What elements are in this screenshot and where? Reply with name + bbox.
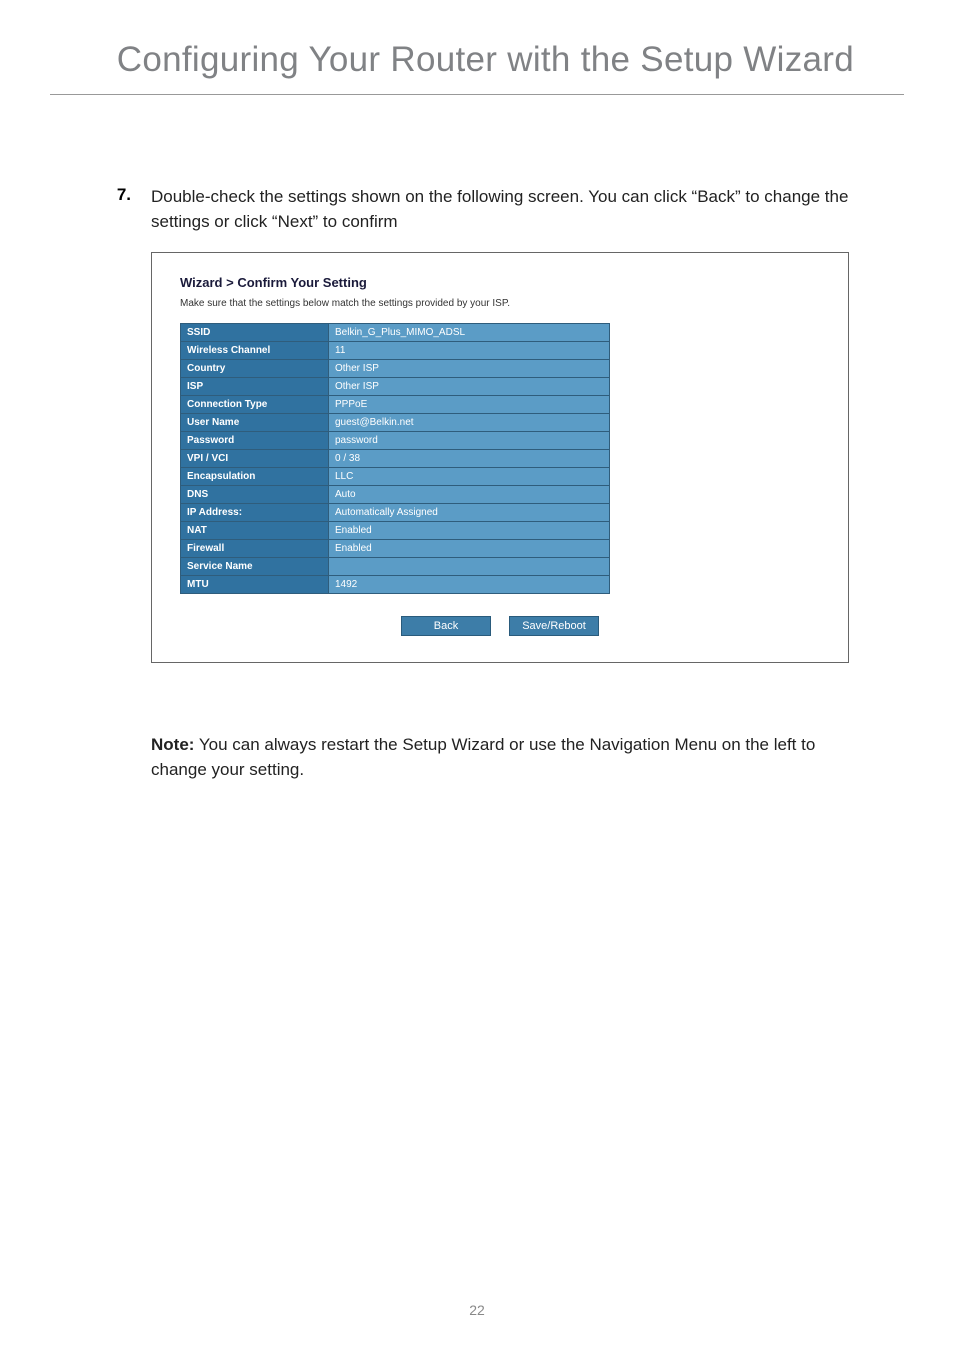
note-text: You can always restart the Setup Wizard …: [151, 735, 815, 779]
setting-label: IP Address:: [181, 504, 329, 522]
setting-value: Auto: [329, 486, 610, 504]
table-row: VPI / VCI0 / 38: [181, 450, 610, 468]
step-number: 7.: [105, 185, 131, 234]
setting-label: SSID: [181, 324, 329, 342]
table-row: NATEnabled: [181, 522, 610, 540]
setting-value: Other ISP: [329, 378, 610, 396]
note-label: Note:: [151, 735, 194, 754]
table-row: Service Name: [181, 558, 610, 576]
table-row: DNSAuto: [181, 486, 610, 504]
table-row: MTU1492: [181, 576, 610, 594]
table-row: SSIDBelkin_G_Plus_MIMO_ADSL: [181, 324, 610, 342]
page-header: Configuring Your Router with the Setup W…: [50, 0, 904, 95]
table-row: IP Address:Automatically Assigned: [181, 504, 610, 522]
setting-value: Automatically Assigned: [329, 504, 610, 522]
wizard-screenshot: Wizard > Confirm Your Setting Make sure …: [151, 252, 849, 663]
setting-label: VPI / VCI: [181, 450, 329, 468]
save-reboot-button[interactable]: Save/Reboot: [509, 616, 599, 636]
setting-label: DNS: [181, 486, 329, 504]
setting-label: Password: [181, 432, 329, 450]
setting-value: Belkin_G_Plus_MIMO_ADSL: [329, 324, 610, 342]
settings-table: SSIDBelkin_G_Plus_MIMO_ADSLWireless Chan…: [180, 323, 610, 594]
setting-value: [329, 558, 610, 576]
setting-label: Country: [181, 360, 329, 378]
setting-label: NAT: [181, 522, 329, 540]
step-row: 7. Double-check the settings shown on th…: [105, 185, 849, 234]
table-row: Passwordpassword: [181, 432, 610, 450]
setting-label: Firewall: [181, 540, 329, 558]
table-row: User Nameguest@Belkin.net: [181, 414, 610, 432]
step-text: Double-check the settings shown on the f…: [151, 185, 849, 234]
setting-value: 1492: [329, 576, 610, 594]
setting-label: Service Name: [181, 558, 329, 576]
setting-label: User Name: [181, 414, 329, 432]
setting-label: Wireless Channel: [181, 342, 329, 360]
note-block: Note: You can always restart the Setup W…: [151, 733, 849, 782]
setting-label: MTU: [181, 576, 329, 594]
setting-label: ISP: [181, 378, 329, 396]
table-row: CountryOther ISP: [181, 360, 610, 378]
setting-value: password: [329, 432, 610, 450]
wizard-subtitle: Make sure that the settings below match …: [180, 298, 820, 309]
wizard-breadcrumb-title: Wizard > Confirm Your Setting: [180, 275, 820, 290]
table-row: FirewallEnabled: [181, 540, 610, 558]
setting-label: Encapsulation: [181, 468, 329, 486]
setting-value: LLC: [329, 468, 610, 486]
setting-value: PPPoE: [329, 396, 610, 414]
setting-label: Connection Type: [181, 396, 329, 414]
setting-value: guest@Belkin.net: [329, 414, 610, 432]
setting-value: Enabled: [329, 540, 610, 558]
table-row: Wireless Channel11: [181, 342, 610, 360]
page-title: Configuring Your Router with the Setup W…: [100, 40, 854, 80]
back-button[interactable]: Back: [401, 616, 491, 636]
setting-value: Other ISP: [329, 360, 610, 378]
table-row: EncapsulationLLC: [181, 468, 610, 486]
page-number: 22: [0, 1302, 954, 1318]
content-area: 7. Double-check the settings shown on th…: [105, 185, 849, 783]
setting-value: 11: [329, 342, 610, 360]
table-row: ISPOther ISP: [181, 378, 610, 396]
table-row: Connection TypePPPoE: [181, 396, 610, 414]
wizard-button-row: Back Save/Reboot: [180, 616, 820, 636]
setting-value: Enabled: [329, 522, 610, 540]
setting-value: 0 / 38: [329, 450, 610, 468]
